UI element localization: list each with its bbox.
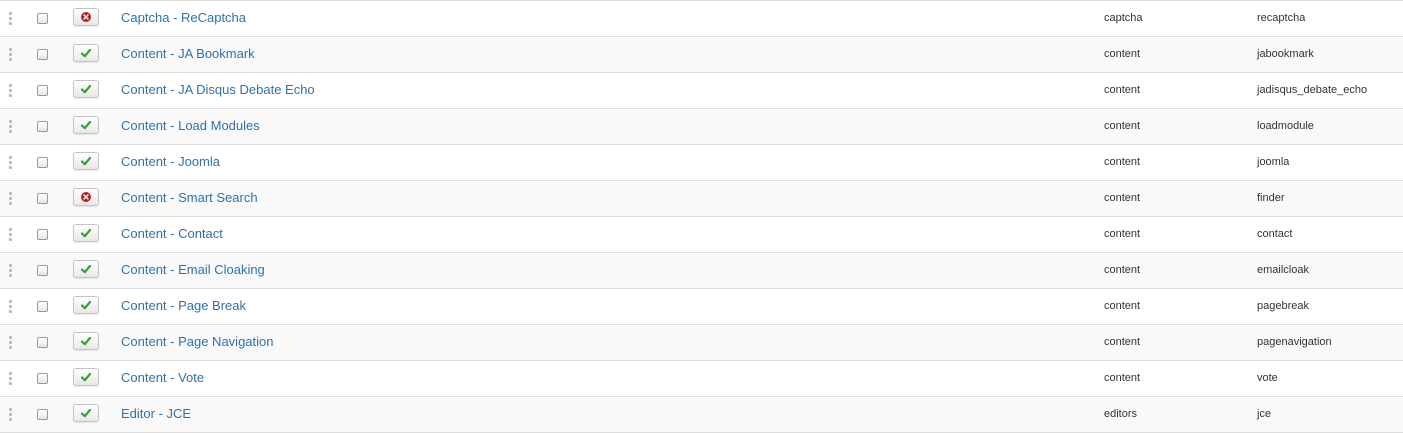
drag-handle-icon[interactable] (9, 336, 12, 349)
check-icon (80, 120, 92, 130)
plugin-folder: content (1104, 84, 1141, 96)
plugin-name-link[interactable]: Content - Email Cloaking (121, 262, 265, 277)
plugin-folder: content (1104, 264, 1141, 276)
plugin-folder: content (1104, 48, 1141, 60)
drag-handle-icon[interactable] (9, 84, 12, 97)
plugin-folder: content (1104, 372, 1141, 384)
drag-handle-icon[interactable] (9, 300, 12, 313)
table-row: Captcha - ReCaptcha captcha recaptcha (0, 1, 1403, 37)
table-row: Content - Smart Search content finder (0, 181, 1403, 217)
plugin-folder: content (1104, 156, 1141, 168)
row-select-checkbox[interactable] (37, 265, 48, 276)
table-row: Content - Page Break content pagebreak (0, 289, 1403, 325)
plugin-folder: content (1104, 120, 1141, 132)
table-row: Content - Vote content vote (0, 361, 1403, 397)
plugin-element: finder (1257, 192, 1285, 204)
unpublished-icon (81, 192, 91, 202)
table-row: Editor - JCE editors jce (0, 397, 1403, 433)
table-row: Content - Joomla content joomla (0, 145, 1403, 181)
row-select-checkbox[interactable] (37, 13, 48, 24)
table-row: Content - JA Disqus Debate Echo content ja… (0, 73, 1403, 109)
plugin-name-link[interactable]: Content - Joomla (121, 154, 220, 169)
drag-handle-icon[interactable] (9, 264, 12, 277)
row-select-checkbox[interactable] (37, 157, 48, 168)
unpublished-icon (81, 12, 91, 22)
status-toggle-button[interactable] (73, 188, 99, 206)
drag-handle-icon[interactable] (9, 120, 12, 133)
row-select-checkbox[interactable] (37, 409, 48, 420)
status-toggle-button[interactable] (73, 404, 99, 422)
status-toggle-button[interactable] (73, 260, 99, 278)
table-row: Content - Email Cloaking content emailcloa… (0, 253, 1403, 289)
plugin-element: jadisqus_debate_echo (1257, 84, 1368, 96)
plugin-folder: content (1104, 336, 1141, 348)
check-icon (80, 408, 92, 418)
drag-handle-icon[interactable] (9, 12, 12, 25)
status-toggle-button[interactable] (73, 224, 99, 242)
row-select-checkbox[interactable] (37, 301, 48, 312)
plugin-name-link[interactable]: Content - Page Navigation (121, 334, 273, 349)
plugin-element: pagenavigation (1257, 336, 1332, 348)
plugin-folder: content (1104, 192, 1141, 204)
check-icon (80, 84, 92, 94)
table-row: Content - Page Navigation content pagenavi… (0, 325, 1403, 361)
status-toggle-button[interactable] (73, 44, 99, 62)
row-select-checkbox[interactable] (37, 229, 48, 240)
check-icon (80, 336, 92, 346)
plugin-element: jce (1257, 408, 1272, 420)
check-icon (80, 48, 92, 58)
plugin-name-link[interactable]: Captcha - ReCaptcha (121, 10, 246, 25)
check-icon (80, 228, 92, 238)
plugin-folder: content (1104, 228, 1141, 240)
status-toggle-button[interactable] (73, 116, 99, 134)
drag-handle-icon[interactable] (9, 372, 12, 385)
table-row: Content - Contact content contact (0, 217, 1403, 253)
status-toggle-button[interactable] (73, 368, 99, 386)
plugin-element: loadmodule (1257, 120, 1314, 132)
plugin-element: recaptcha (1257, 12, 1306, 24)
plugin-name-link[interactable]: Content - Smart Search (121, 190, 258, 205)
status-toggle-button[interactable] (73, 296, 99, 314)
table-row: Content - Load Modules content loadmodule (0, 109, 1403, 145)
check-icon (80, 264, 92, 274)
check-icon (80, 156, 92, 166)
row-select-checkbox[interactable] (37, 121, 48, 132)
check-icon (80, 300, 92, 310)
plugin-element: contact (1257, 228, 1293, 240)
drag-handle-icon[interactable] (9, 408, 12, 421)
status-toggle-button[interactable] (73, 8, 99, 26)
plugin-name-link[interactable]: Content - Load Modules (121, 118, 260, 133)
status-toggle-button[interactable] (73, 80, 99, 98)
plugin-element: pagebreak (1257, 300, 1309, 312)
table-row: Content - JA Bookmark content jabookmark (0, 37, 1403, 73)
plugins-table: Captcha - ReCaptcha captcha recaptcha Conte… (0, 0, 1403, 433)
plugin-name-link[interactable]: Content - JA Disqus Debate Echo (121, 82, 315, 97)
plugin-folder: content (1104, 300, 1141, 312)
status-toggle-button[interactable] (73, 332, 99, 350)
check-icon (80, 372, 92, 382)
plugin-element: joomla (1257, 156, 1290, 168)
row-select-checkbox[interactable] (37, 337, 48, 348)
row-select-checkbox[interactable] (37, 85, 48, 96)
row-select-checkbox[interactable] (37, 373, 48, 384)
plugin-name-link[interactable]: Content - Vote (121, 370, 204, 385)
drag-handle-icon[interactable] (9, 228, 12, 241)
plugin-name-link[interactable]: Content - Contact (121, 226, 223, 241)
plugin-folder: captcha (1104, 12, 1143, 24)
plugin-name-link[interactable]: Editor - JCE (121, 406, 191, 421)
plugin-name-link[interactable]: Content - Page Break (121, 298, 246, 313)
row-select-checkbox[interactable] (37, 49, 48, 60)
plugin-element: emailcloak (1257, 264, 1309, 276)
row-select-checkbox[interactable] (37, 193, 48, 204)
plugin-element: vote (1257, 372, 1278, 384)
drag-handle-icon[interactable] (9, 156, 12, 169)
drag-handle-icon[interactable] (9, 192, 12, 205)
plugin-folder: editors (1104, 408, 1138, 420)
drag-handle-icon[interactable] (9, 48, 12, 61)
plugin-name-link[interactable]: Content - JA Bookmark (121, 46, 255, 61)
status-toggle-button[interactable] (73, 152, 99, 170)
plugin-element: jabookmark (1257, 48, 1314, 60)
